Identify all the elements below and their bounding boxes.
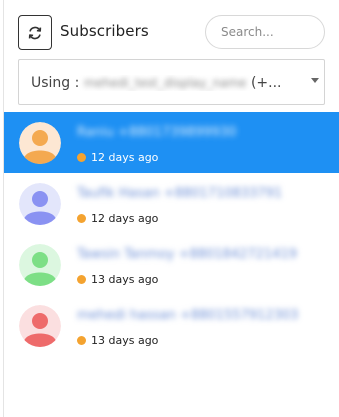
- subscriber-meta: 13 days ago: [77, 273, 158, 286]
- search-input[interactable]: [205, 15, 325, 49]
- display-name-select[interactable]: Using : mehedi_test_display_name (+...: [18, 59, 325, 105]
- subscriber-item[interactable]: mehedi hassan +8801557912303 13 days ago: [4, 295, 339, 356]
- page-title: Subscribers: [60, 22, 149, 40]
- subscriber-name: Raniu +8801739899930: [77, 125, 237, 140]
- last-active-time: 12 days ago: [91, 212, 159, 225]
- user-avatar-icon: [19, 244, 61, 286]
- status-dot-icon: [77, 336, 86, 345]
- subscriber-name: Taufik Hasan +8801710833791: [77, 186, 283, 201]
- subscriber-item[interactable]: Tawsin Tanmoy +8801842721419 13 days ago: [4, 234, 339, 295]
- subscriber-list: Raniu +8801739899930 12 days ago Taufik …: [4, 112, 339, 356]
- select-prefix: Using :: [31, 75, 84, 91]
- subscriber-item[interactable]: Raniu +8801739899930 12 days ago: [4, 112, 339, 173]
- last-active-time: 13 days ago: [91, 273, 159, 286]
- subscriber-name: mehedi hassan +8801557912303: [77, 308, 299, 323]
- refresh-button[interactable]: [18, 15, 52, 50]
- user-avatar-icon: [19, 122, 61, 164]
- subscriber-item[interactable]: Taufik Hasan +8801710833791 12 days ago: [4, 173, 339, 234]
- subscriber-meta: 12 days ago: [77, 212, 158, 225]
- caret-down-icon: [311, 78, 319, 83]
- select-suffix: (+...: [246, 75, 282, 91]
- status-dot-icon: [77, 153, 86, 162]
- subscriber-meta: 13 days ago: [77, 334, 158, 347]
- subscriber-name: Tawsin Tanmoy +8801842721419: [77, 247, 297, 262]
- subscriber-meta: 12 days ago: [77, 151, 158, 164]
- refresh-icon: [28, 26, 42, 39]
- select-blurred-name: mehedi_test_display_name: [83, 76, 247, 90]
- user-avatar-icon: [19, 305, 61, 347]
- status-dot-icon: [77, 214, 86, 223]
- user-avatar-icon: [19, 183, 61, 225]
- subscribers-panel: Subscribers Using : mehedi_test_display_…: [0, 0, 339, 417]
- last-active-time: 12 days ago: [91, 151, 159, 164]
- panel-header: Subscribers: [18, 15, 328, 50]
- status-dot-icon: [77, 275, 86, 284]
- last-active-time: 13 days ago: [91, 334, 159, 347]
- select-value: Using : mehedi_test_display_name (+...: [31, 75, 313, 91]
